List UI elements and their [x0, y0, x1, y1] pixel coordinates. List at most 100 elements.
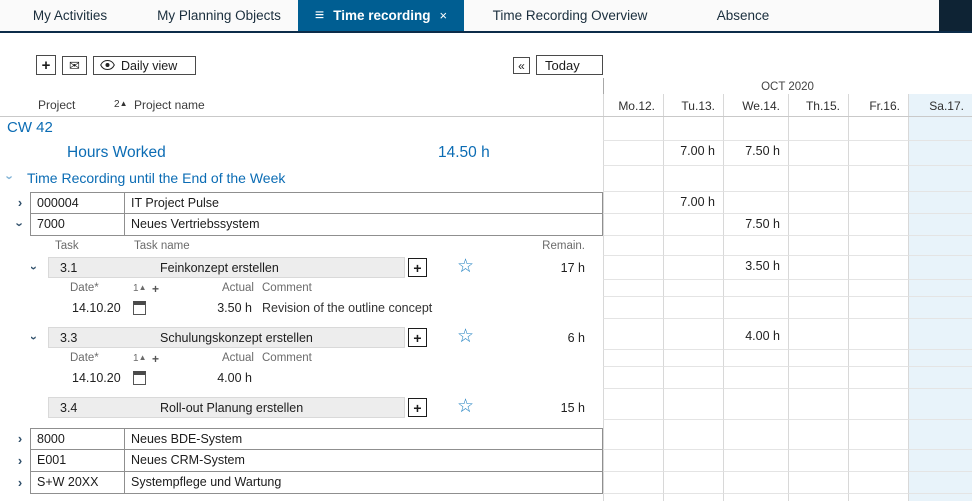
day-cell[interactable] — [848, 472, 908, 494]
collapse-chevron-icon[interactable]: › — [32, 331, 36, 345]
entry-actual-hours[interactable]: 3.50 h — [192, 301, 252, 315]
day-cell[interactable] — [603, 428, 663, 450]
day-cell[interactable] — [723, 450, 788, 472]
day-cell[interactable] — [788, 214, 848, 236]
expand-chevron-icon[interactable]: › — [14, 475, 26, 490]
mail-button[interactable]: ✉ — [62, 56, 87, 75]
day-cell[interactable] — [603, 450, 663, 472]
day-cell[interactable] — [603, 396, 663, 420]
task-name[interactable]: Feinkonzept erstellen — [160, 261, 279, 275]
day-cell[interactable]: 4.00 h — [723, 326, 788, 350]
project-code-cell[interactable]: E001 — [30, 450, 125, 472]
project-code-cell[interactable]: 7000 — [30, 214, 125, 236]
project-name-cell[interactable]: IT Project Pulse — [125, 192, 603, 214]
day-cell[interactable] — [663, 256, 723, 280]
day-cell[interactable] — [663, 450, 723, 472]
favorite-star-icon[interactable]: ☆ — [457, 326, 474, 348]
project-name-cell[interactable]: Systempflege und Wartung — [125, 472, 603, 494]
collapse-chevron-icon[interactable]: › — [14, 217, 26, 232]
day-cell[interactable] — [723, 396, 788, 420]
add-row-icon[interactable]: + — [152, 352, 159, 366]
day-cell[interactable] — [848, 256, 908, 280]
day-cell[interactable] — [848, 192, 908, 214]
expand-chevron-icon[interactable]: › — [14, 431, 26, 446]
tab-my-activities[interactable]: My Activities — [0, 0, 140, 31]
day-cell[interactable] — [603, 192, 663, 214]
tab-time-recording-overview[interactable]: Time Recording Overview — [464, 0, 676, 31]
day-cell[interactable] — [908, 214, 972, 236]
project-code-cell[interactable]: S+W 20XX — [30, 472, 125, 494]
day-cell[interactable] — [848, 326, 908, 350]
day-cell[interactable] — [788, 256, 848, 280]
day-cell[interactable] — [663, 326, 723, 350]
day-cell[interactable]: 3.50 h — [723, 256, 788, 280]
day-cell[interactable] — [788, 192, 848, 214]
today-button[interactable]: Today — [536, 55, 603, 75]
expand-chevron-icon[interactable]: › — [14, 453, 26, 468]
day-cell[interactable] — [788, 450, 848, 472]
entry-date-field[interactable]: 14.10.20 — [72, 371, 121, 385]
task-code[interactable]: 3.4 — [60, 401, 77, 415]
day-cell[interactable] — [663, 472, 723, 494]
day-cell[interactable]: 7.50 h — [723, 214, 788, 236]
day-cell[interactable] — [908, 396, 972, 420]
day-cell[interactable]: 7.00 h — [663, 192, 723, 214]
day-cell[interactable] — [788, 326, 848, 350]
add-row-icon[interactable]: + — [152, 282, 159, 296]
day-cell[interactable] — [908, 450, 972, 472]
task-name[interactable]: Schulungskonzept erstellen — [160, 331, 313, 345]
task-name[interactable]: Roll-out Planung erstellen — [160, 401, 303, 415]
project-name-cell[interactable]: Neues Vertriebssystem — [125, 214, 603, 236]
tab-absence[interactable]: Absence — [676, 0, 810, 31]
project-name-cell[interactable]: Neues BDE-System — [125, 428, 603, 450]
day-cell[interactable] — [908, 256, 972, 280]
collapse-chevron-icon[interactable]: › — [32, 261, 36, 275]
favorite-star-icon[interactable]: ☆ — [457, 256, 474, 278]
add-button[interactable]: + — [36, 55, 56, 75]
day-cell[interactable] — [603, 256, 663, 280]
add-entry-button[interactable]: + — [408, 328, 427, 347]
day-cell[interactable] — [603, 326, 663, 350]
column-header-project-name[interactable]: Project name — [134, 98, 205, 112]
entry-actual-hours[interactable]: 4.00 h — [192, 371, 252, 385]
calendar-icon[interactable] — [133, 371, 146, 385]
task-code[interactable]: 3.1 — [60, 261, 77, 275]
project-code-cell[interactable]: 000004 — [30, 192, 125, 214]
day-cell[interactable] — [603, 214, 663, 236]
day-cell[interactable] — [908, 192, 972, 214]
close-icon[interactable]: × — [440, 8, 448, 23]
collapse-chevron-icon[interactable]: › — [8, 170, 12, 185]
day-cell[interactable] — [848, 396, 908, 420]
day-cell[interactable] — [723, 472, 788, 494]
day-cell[interactable] — [663, 396, 723, 420]
project-code-cell[interactable]: 8000 — [30, 428, 125, 450]
favorite-star-icon[interactable]: ☆ — [457, 396, 474, 418]
day-cell[interactable] — [723, 428, 788, 450]
calendar-icon[interactable] — [133, 301, 146, 315]
task-code[interactable]: 3.3 — [60, 331, 77, 345]
menu-icon[interactable]: ≡ — [315, 7, 324, 25]
entry-comment[interactable]: Revision of the outline concept — [262, 301, 432, 315]
day-cell[interactable] — [848, 428, 908, 450]
expand-chevron-icon[interactable]: › — [14, 195, 26, 210]
add-entry-button[interactable]: + — [408, 258, 427, 277]
day-cell[interactable] — [848, 450, 908, 472]
day-cell[interactable] — [788, 396, 848, 420]
entry-date-field[interactable]: 14.10.20 — [72, 301, 121, 315]
column-header-project[interactable]: Project — [38, 98, 75, 112]
previous-button[interactable]: « — [513, 57, 530, 74]
day-cell[interactable] — [663, 428, 723, 450]
day-cell[interactable] — [908, 428, 972, 450]
view-select[interactable]: Daily view — [93, 56, 196, 75]
day-cell[interactable] — [663, 214, 723, 236]
day-cell[interactable] — [848, 214, 908, 236]
day-cell[interactable] — [603, 472, 663, 494]
day-cell[interactable] — [908, 472, 972, 494]
day-cell[interactable] — [723, 192, 788, 214]
project-name-cell[interactable]: Neues CRM-System — [125, 450, 603, 472]
day-cell[interactable] — [788, 428, 848, 450]
day-cell[interactable] — [908, 326, 972, 350]
tab-my-planning-objects[interactable]: My Planning Objects — [140, 0, 298, 31]
add-entry-button[interactable]: + — [408, 398, 427, 417]
tab-time-recording[interactable]: ≡ Time recording × — [298, 0, 464, 31]
